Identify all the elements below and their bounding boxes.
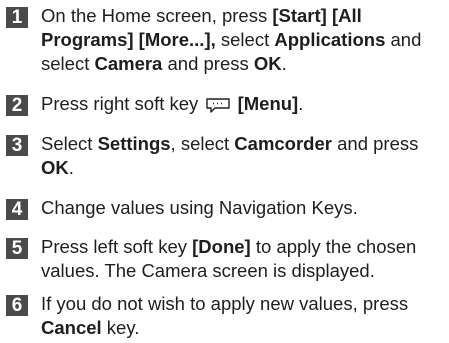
text-segment: Select [41, 133, 98, 154]
step-number-badge: 5 [6, 238, 28, 259]
text-segment-bold: Applications [274, 29, 386, 50]
text-segment: key. [101, 317, 140, 338]
step-text: If you do not wish to apply new values, … [41, 292, 446, 340]
text-segment-bold: OK [253, 53, 282, 74]
step-text: Press left soft key [Done] to apply the … [41, 235, 446, 283]
text-segment-bold: [Menu] [232, 93, 299, 114]
text-segment: . [68, 157, 74, 178]
step-number-badge: 4 [6, 199, 28, 220]
text-segment: and press [162, 53, 254, 74]
text-segment-bold: Settings [97, 133, 171, 154]
step-text: Change values using Navigation Keys. [41, 196, 446, 220]
menu-softkey-icon [205, 95, 231, 119]
text-segment-bold: [Done] [192, 236, 251, 257]
step-text: Press right soft key [Menu]. [41, 92, 446, 119]
text-segment-bold: Camcorder [234, 133, 332, 154]
text-segment: select [215, 29, 275, 50]
text-segment: Change values using Navigation Keys. [41, 197, 358, 218]
text-segment: , select [170, 133, 235, 154]
text-segment-bold: Cancel [41, 317, 102, 338]
text-segment: and press [331, 133, 419, 154]
step-text: On the Home screen, press [Start] [All P… [41, 4, 446, 76]
text-segment: On the Home screen, press [41, 5, 273, 26]
text-segment: If you do not wish to apply new values, … [41, 293, 409, 314]
text-segment-bold: Camera [94, 53, 163, 74]
text-segment: . [298, 93, 304, 114]
step-number-badge: 1 [6, 7, 28, 28]
text-segment-bold: OK [41, 157, 69, 178]
text-segment: Press left soft key [41, 236, 193, 257]
text-segment: . [281, 53, 287, 74]
step-number-badge: 2 [6, 95, 28, 116]
step-number-badge: 3 [6, 135, 28, 156]
step-number-badge: 6 [6, 295, 28, 316]
text-segment: Press right soft key [41, 93, 204, 114]
step-text: Select Settings, select Camcorder and pr… [41, 132, 446, 180]
